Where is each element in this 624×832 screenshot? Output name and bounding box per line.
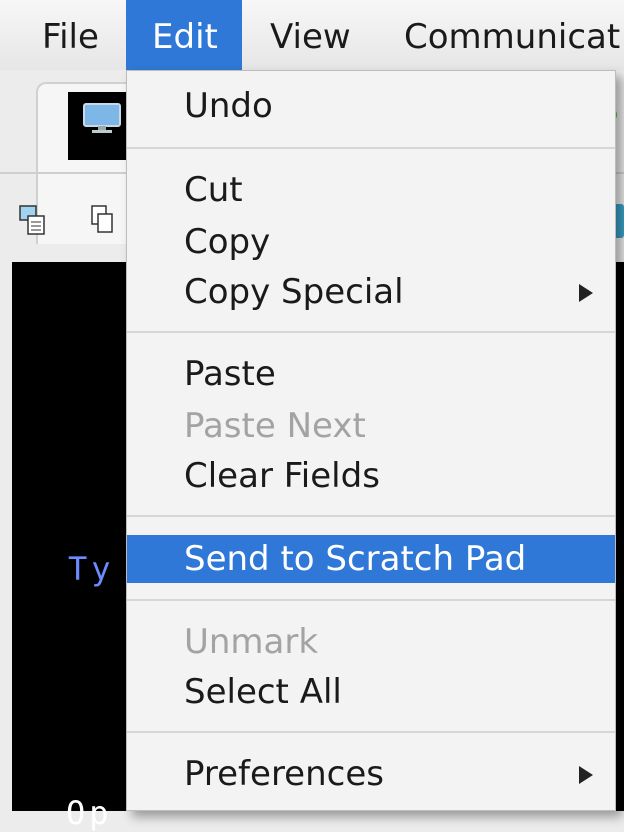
menu-item-undo[interactable]: Undo xyxy=(127,83,615,129)
submenu-arrow-icon xyxy=(579,284,593,302)
terminal-text-line: Ty xyxy=(68,550,115,588)
terminal-text-line: Op xyxy=(66,794,113,832)
menu-item-send-to-scratch-pad[interactable]: Send to Scratch Pad xyxy=(127,535,615,583)
menu-item-label: Send to Scratch Pad xyxy=(184,539,527,579)
menu-item-unmark: Unmark xyxy=(127,619,615,665)
menu-item-paste-next: Paste Next xyxy=(127,403,615,449)
menu-item-label: Cut xyxy=(184,170,243,210)
menu-separator xyxy=(127,515,615,517)
menu-item-select-all[interactable]: Select All xyxy=(127,669,615,715)
menu-item-label: Select All xyxy=(184,672,342,712)
menu-view[interactable]: View xyxy=(242,0,382,70)
menu-item-label: Paste Next xyxy=(184,406,366,446)
menu-separator xyxy=(127,599,615,601)
copy-screen-icon[interactable] xyxy=(18,202,48,238)
copy-icon[interactable] xyxy=(88,202,118,238)
edit-menu-dropdown: Undo Cut Copy Copy Special Paste Paste N… xyxy=(126,70,616,811)
menu-edit[interactable]: Edit xyxy=(126,0,242,70)
menu-item-label: Preferences xyxy=(184,754,384,794)
menu-item-copy-special[interactable]: Copy Special xyxy=(127,269,615,315)
menu-item-label: Unmark xyxy=(184,622,319,662)
menu-item-paste[interactable]: Paste xyxy=(127,351,615,397)
menu-item-preferences[interactable]: Preferences xyxy=(127,751,615,797)
menu-separator xyxy=(127,147,615,149)
menu-communication[interactable]: Communicat xyxy=(382,0,624,70)
menu-item-label: Undo xyxy=(184,86,273,126)
menu-item-label: Clear Fields xyxy=(184,456,380,496)
menu-separator xyxy=(127,331,615,333)
menu-item-label: Copy xyxy=(184,222,271,262)
menu-item-copy[interactable]: Copy xyxy=(127,219,615,265)
menu-item-clear-fields[interactable]: Clear Fields xyxy=(127,453,615,499)
menu-bar: File Edit View Communicat xyxy=(0,0,624,72)
menu-item-label: Copy Special xyxy=(184,272,404,312)
monitor-icon xyxy=(83,103,121,133)
menu-item-cut[interactable]: Cut xyxy=(127,167,615,213)
menu-separator xyxy=(127,731,615,733)
menu-item-label: Paste xyxy=(184,354,276,394)
submenu-arrow-icon xyxy=(579,766,593,784)
menu-file[interactable]: File xyxy=(0,0,126,70)
